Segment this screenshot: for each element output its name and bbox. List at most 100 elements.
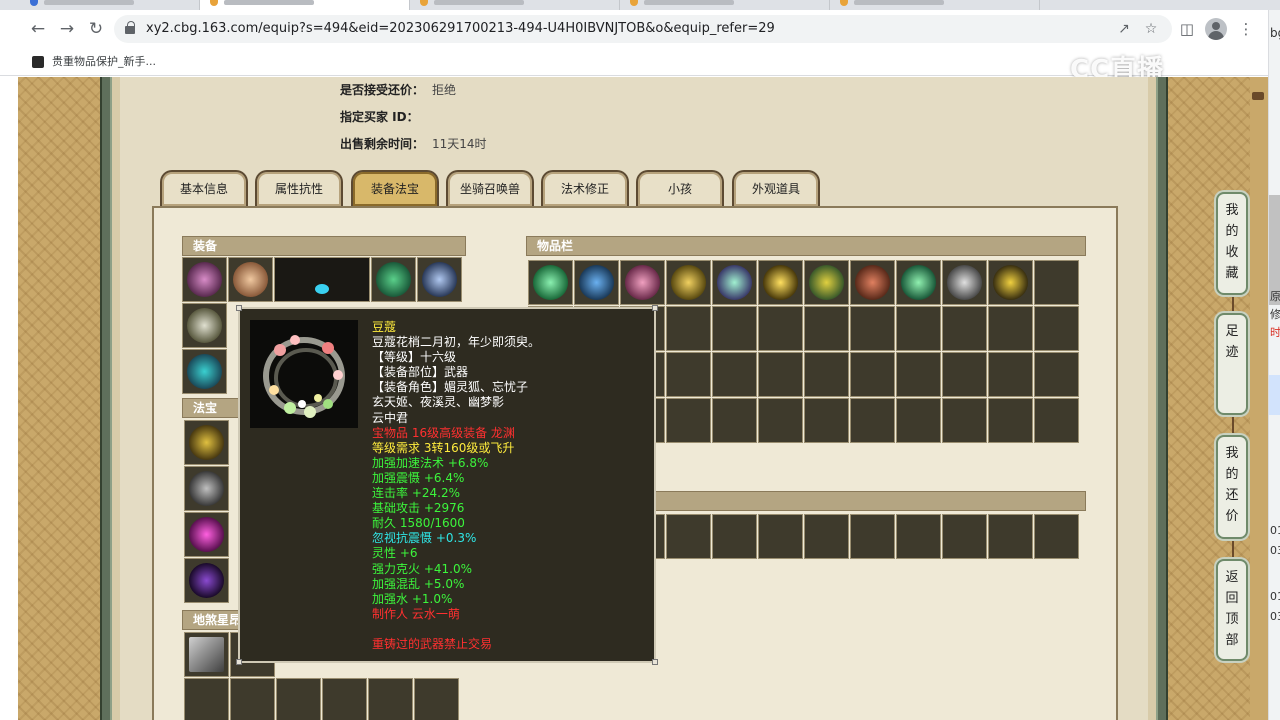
inventory-slot[interactable] [574, 260, 619, 305]
tab-basic-info[interactable]: 基本信息 [160, 170, 248, 206]
inventory-slot[interactable] [804, 352, 849, 397]
inventory-slot[interactable] [850, 306, 895, 351]
inventory-slot[interactable] [758, 260, 803, 305]
inventory-slot[interactable] [850, 398, 895, 443]
inventory-slot[interactable] [988, 260, 1033, 305]
reload-icon[interactable]: ↻ [85, 18, 107, 40]
inventory-slot[interactable] [712, 260, 757, 305]
menu-char: 回 [1225, 591, 1239, 606]
inventory-slot[interactable] [666, 352, 711, 397]
equip-slot[interactable] [182, 349, 227, 394]
profile-avatar-icon[interactable] [1205, 18, 1227, 40]
lock-icon [125, 21, 135, 34]
tab-appearance[interactable]: 外观道具 [732, 170, 820, 206]
ground-item-slot[interactable] [322, 678, 367, 720]
inventory-slot[interactable] [758, 398, 803, 443]
menu-dots-icon[interactable]: ⋮ [1234, 18, 1258, 40]
footprints-button[interactable]: 足迹 [1216, 313, 1248, 415]
browser-tab[interactable] [20, 0, 200, 10]
inventory-slot[interactable] [712, 352, 757, 397]
inventory-slot[interactable] [988, 352, 1033, 397]
ground-item-slot[interactable] [276, 678, 321, 720]
tab-spell-correction[interactable]: 法术修正 [541, 170, 629, 206]
address-bar[interactable]: xy2.cbg.163.com/equip?s=494&eid=20230629… [114, 15, 1172, 43]
inventory-slot[interactable] [942, 352, 987, 397]
inventory-slot[interactable] [1034, 352, 1079, 397]
inventory-slot[interactable] [1034, 260, 1079, 305]
inventory-slot[interactable] [850, 260, 895, 305]
bookmark-item[interactable]: 贵重物品保护_新手... [30, 53, 156, 71]
inventory-slot[interactable] [758, 306, 803, 351]
inventory-slot[interactable] [1034, 306, 1079, 351]
equip-slot-wide[interactable] [274, 257, 370, 302]
inventory-slot[interactable] [942, 306, 987, 351]
inventory-slot[interactable] [758, 352, 803, 397]
ground-item-slot[interactable] [230, 678, 275, 720]
tab-attributes[interactable]: 属性抗性 [255, 170, 343, 206]
tab-children[interactable]: 小孩 [636, 170, 724, 206]
inventory-slot[interactable] [712, 306, 757, 351]
favorites-button[interactable]: 我的收藏 [1216, 192, 1248, 295]
inventory-slot[interactable] [666, 260, 711, 305]
inventory-slot[interactable] [1034, 514, 1079, 559]
equip-slot[interactable] [182, 303, 227, 348]
inventory-slot[interactable] [850, 352, 895, 397]
browser-tab[interactable] [410, 0, 620, 10]
inventory-slot[interactable] [666, 514, 711, 559]
inventory-slot[interactable] [942, 514, 987, 559]
browser-tab[interactable] [620, 0, 830, 10]
inventory-slot[interactable] [804, 306, 849, 351]
star-icon[interactable]: ☆ [1141, 19, 1161, 39]
inventory-slot[interactable] [896, 398, 941, 443]
menu-char: 的 [1225, 467, 1239, 482]
treasure-slot[interactable] [184, 558, 229, 603]
sidebar-toggle-icon[interactable]: ◫ [1175, 18, 1199, 40]
back-to-top-button[interactable]: 返回顶部 [1216, 559, 1248, 661]
inventory-slot[interactable] [528, 260, 573, 305]
tab-mounts-pets[interactable]: 坐骑召唤兽 [446, 170, 534, 206]
inventory-slot[interactable] [896, 352, 941, 397]
ground-item-slot[interactable] [184, 678, 229, 720]
ground-item-slot[interactable] [368, 678, 413, 720]
inventory-slot[interactable] [988, 398, 1033, 443]
equip-slot[interactable] [228, 257, 273, 302]
inventory-slot[interactable] [988, 306, 1033, 351]
inventory-slot[interactable] [758, 514, 803, 559]
inventory-slot[interactable] [804, 398, 849, 443]
share-icon[interactable]: ↗ [1114, 19, 1134, 39]
inventory-slot[interactable] [666, 306, 711, 351]
inventory-slot[interactable] [804, 514, 849, 559]
tooltip-line: 灵性 +6 [372, 546, 418, 561]
browser-tab-active[interactable] [200, 0, 410, 10]
browser-tab-strip [0, 0, 1280, 10]
inventory-slot[interactable] [942, 260, 987, 305]
inventory-slot[interactable] [712, 398, 757, 443]
inventory-slot[interactable] [666, 398, 711, 443]
forward-arrow-icon[interactable]: → [56, 18, 78, 40]
inventory-slot[interactable] [1034, 398, 1079, 443]
inventory-slot[interactable] [988, 514, 1033, 559]
my-offers-button[interactable]: 我的还价 [1216, 435, 1248, 539]
tooltip-line: 【装备角色】媚灵狐、忘忧子 [372, 380, 529, 395]
equip-slot[interactable] [417, 257, 462, 302]
inventory-slot[interactable] [850, 514, 895, 559]
inventory-slot[interactable] [620, 260, 665, 305]
back-arrow-icon[interactable]: ← [27, 18, 49, 40]
inventory-slot[interactable] [896, 514, 941, 559]
inventory-slot[interactable] [942, 398, 987, 443]
menu-char: 迹 [1225, 345, 1239, 360]
inventory-slot[interactable] [896, 306, 941, 351]
inventory-slot[interactable] [804, 260, 849, 305]
inventory-slot[interactable] [712, 514, 757, 559]
treasure-icon [189, 471, 224, 506]
tab-equipment[interactable]: 装备法宝 [351, 170, 439, 206]
treasure-slot[interactable] [184, 420, 229, 465]
equip-slot[interactable] [371, 257, 416, 302]
inventory-slot[interactable] [896, 260, 941, 305]
ground-item-slot[interactable] [414, 678, 459, 720]
equip-slot[interactable] [182, 257, 227, 302]
treasure-slot[interactable] [184, 466, 229, 511]
treasure-slot[interactable] [184, 512, 229, 557]
browser-tab[interactable] [830, 0, 1040, 10]
ground-item-slot[interactable] [184, 632, 229, 677]
